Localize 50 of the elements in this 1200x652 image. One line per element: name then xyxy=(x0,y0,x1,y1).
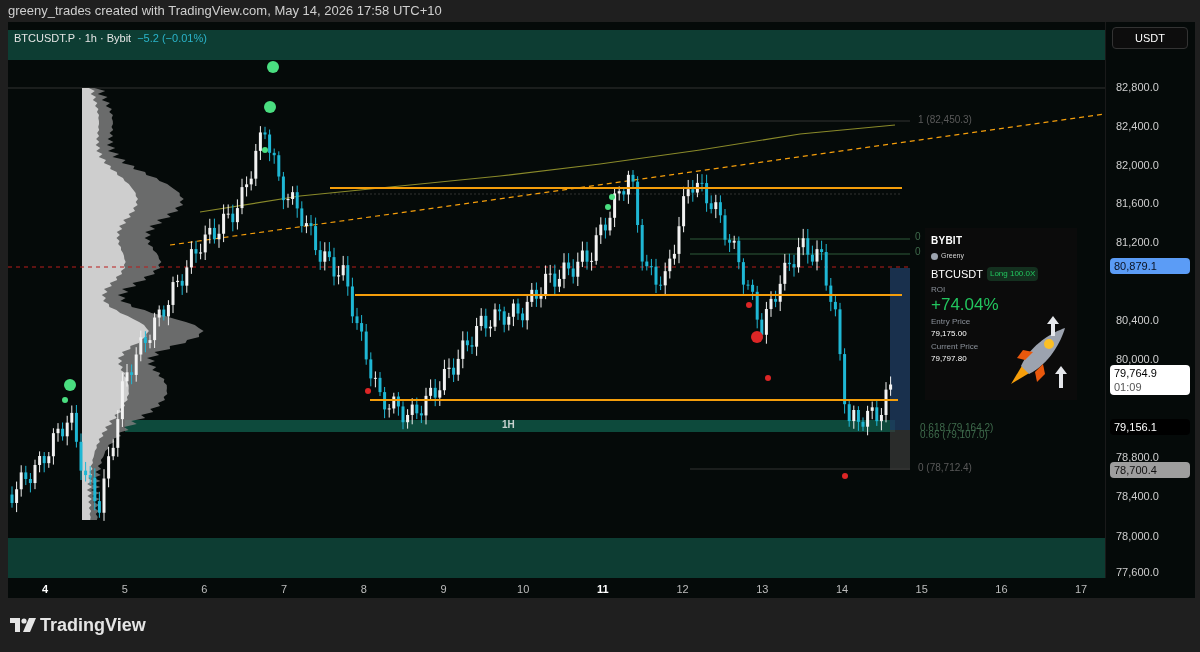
fib-level-label: 0 xyxy=(915,247,921,257)
entry-price-label: Entry Price xyxy=(931,316,972,328)
symbol-title: BTCUSDT.P · 1h · Bybit xyxy=(14,31,132,46)
price-tick: 82,400.0 xyxy=(1116,121,1159,132)
pair-name: BTCUSDT xyxy=(931,266,983,282)
date-tick: 10 xyxy=(517,582,530,597)
date-tick: 14 xyxy=(835,582,849,597)
zone-label: 1H xyxy=(502,420,515,430)
date-tick: 15 xyxy=(915,582,928,597)
price-tick: 77,600.0 xyxy=(1116,567,1159,578)
price-change: −5.2 (−0.01%) xyxy=(137,31,207,46)
price-label: 80,879.1 xyxy=(1110,258,1190,274)
logo-icon xyxy=(10,618,36,632)
price-tick: 81,600.0 xyxy=(1116,198,1159,209)
current-price: 79,797.80 xyxy=(931,353,968,365)
date-tick: 8 xyxy=(360,582,367,597)
user-avatar-icon xyxy=(931,252,938,260)
price-tick: 82,800.0 xyxy=(1116,82,1159,93)
date-tick: 12 xyxy=(676,582,689,597)
price-label: 79,156.1 xyxy=(1110,419,1190,435)
currency-button[interactable]: USDT xyxy=(1112,27,1188,49)
date-tick: 5 xyxy=(121,582,128,597)
price-tick: 78,800.0 xyxy=(1116,452,1159,463)
date-tick: 6 xyxy=(201,582,208,597)
date-tick: 17 xyxy=(1074,582,1088,597)
date-tick: 11 xyxy=(597,582,609,597)
price-tick: 80,400.0 xyxy=(1116,315,1159,326)
chart-credit: greeny_trades created with TradingView.com, May 14, 2026 17:58 UTC+10 xyxy=(8,2,442,21)
price-label: 78,700.4 xyxy=(1110,462,1190,478)
roi-value: +74.04% xyxy=(931,296,1000,313)
price-tick: 78,400.0 xyxy=(1116,491,1159,502)
current-price-label: Current Price xyxy=(931,341,980,353)
brand-name: TradingView xyxy=(40,613,146,637)
exchange-logo: BYBIT xyxy=(931,234,964,248)
date-tick: 7 xyxy=(281,582,288,597)
price-tick: 81,200.0 xyxy=(1116,237,1159,248)
date-tick: 9 xyxy=(440,582,447,597)
fib-level-label: 0 (78,712.4) xyxy=(918,463,972,473)
fib-level-label: 1 (82,450.3) xyxy=(918,115,972,125)
side-tag: Long 100.0X xyxy=(986,266,1039,281)
price-tick: 78,000.0 xyxy=(1116,531,1159,542)
price-label: 79,764.9 01:09 xyxy=(1110,365,1190,395)
date-tick: 16 xyxy=(995,582,1008,597)
price-tick: 82,000.0 xyxy=(1116,160,1159,171)
date-tick: 4 xyxy=(41,582,49,597)
entry-price: 79,175.00 xyxy=(931,328,968,340)
date-tick: 13 xyxy=(756,582,769,597)
roi-label: ROI xyxy=(931,284,947,296)
fib-level-label: 0 xyxy=(915,232,921,242)
price-tick: 80,000.0 xyxy=(1116,354,1159,365)
